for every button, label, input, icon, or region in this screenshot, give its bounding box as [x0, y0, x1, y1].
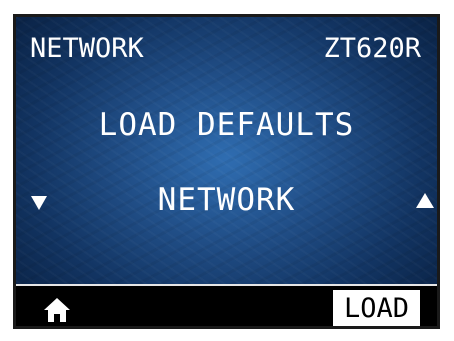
header-printer-model: ZT620R: [323, 33, 421, 64]
home-button[interactable]: [43, 297, 71, 323]
menu-title: LOAD DEFAULTS: [98, 107, 355, 143]
lcd-screen: NETWORK ZT620R LOAD DEFAULTS NETWORK LOA…: [16, 17, 437, 326]
menu-value: NETWORK: [157, 182, 296, 218]
softkey-bar: LOAD: [16, 284, 437, 326]
load-button[interactable]: LOAD: [333, 290, 420, 326]
home-icon: [44, 298, 70, 322]
header-menu-name: NETWORK: [30, 33, 144, 64]
triangle-up-icon[interactable]: [416, 193, 434, 208]
